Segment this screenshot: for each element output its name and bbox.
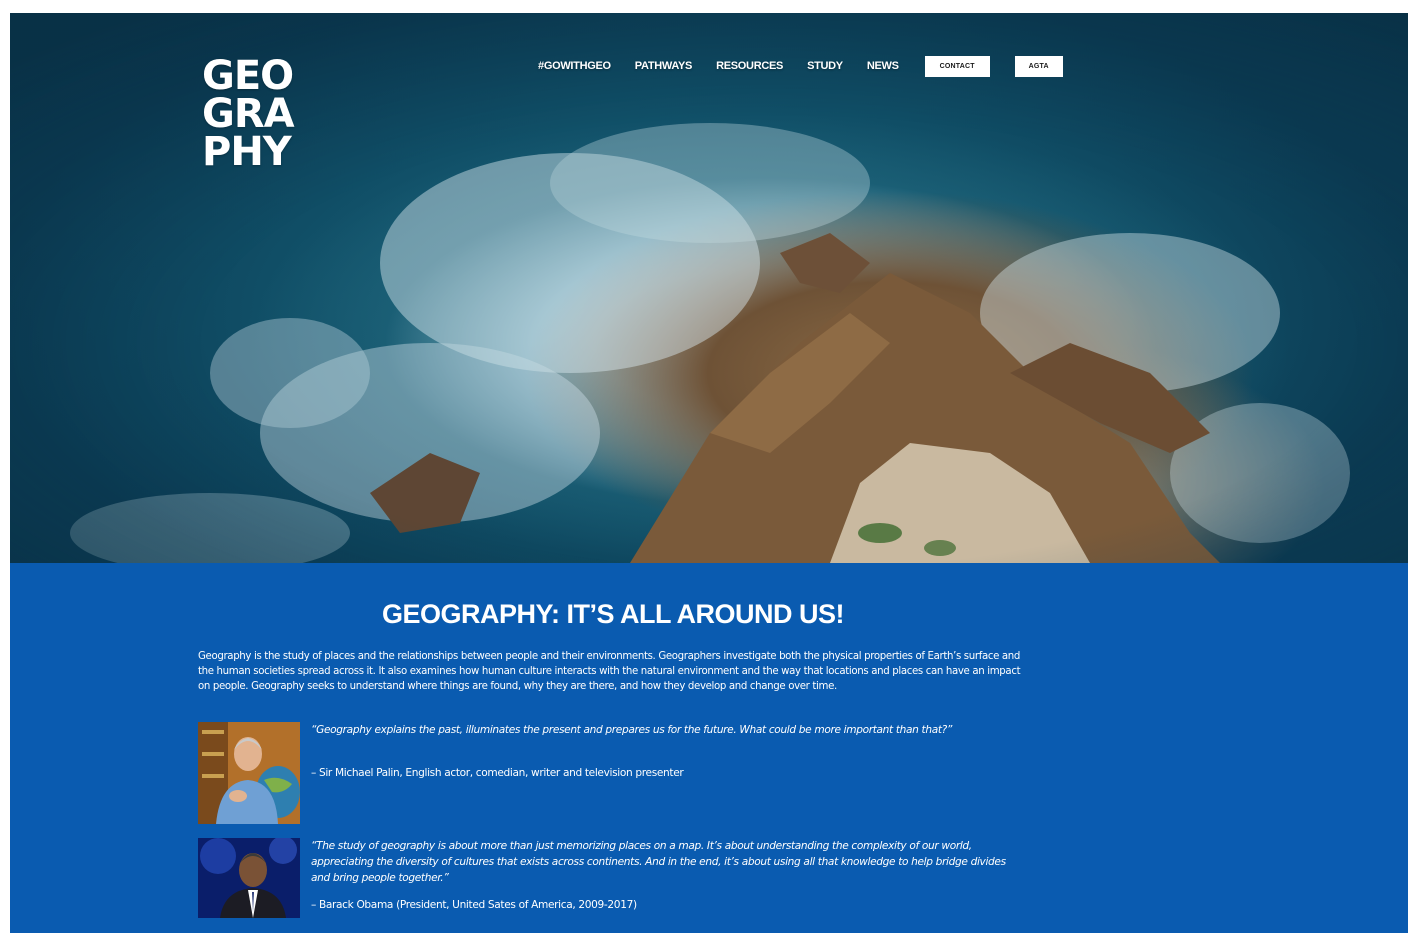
quote-text: “Geography explains the past, illuminate… <box>311 724 953 736</box>
portrait-image <box>198 722 300 824</box>
portrait-barack-obama <box>198 838 300 933</box>
page: GEO GRA PHY #GOWITHGEO PATHWAYS RESOURCE… <box>10 13 1408 933</box>
contact-button[interactable]: CONTACT <box>924 55 990 77</box>
quote-author: – Sir Michael Palin, English actor, come… <box>311 767 684 779</box>
agta-button[interactable]: AGTA <box>1014 55 1063 77</box>
hero-banner: GEO GRA PHY #GOWITHGEO PATHWAYS RESOURCE… <box>10 13 1408 563</box>
quote-text: “The study of geography is about more th… <box>311 840 1006 884</box>
logo-line-3: PHY <box>202 129 292 175</box>
page-title: GEOGRAPHY: IT’S ALL AROUND US! <box>381 599 845 629</box>
nav-item-gowithgeo[interactable]: #GOWITHGEO <box>538 60 611 72</box>
intro-section: GEOGRAPHY: IT’S ALL AROUND US! Geography… <box>10 563 1408 933</box>
logo-line-1: GEO <box>202 53 294 99</box>
intro-paragraph: Geography is the study of places and the… <box>198 651 1021 692</box>
logo-line-2: GRA <box>202 91 295 137</box>
portrait-michael-palin <box>198 722 300 824</box>
quote-author: – Barack Obama (President, United Sates … <box>311 899 637 911</box>
nav-item-pathways[interactable]: PATHWAYS <box>635 60 693 72</box>
portrait-image <box>198 838 300 918</box>
nav-item-news[interactable]: NEWS <box>867 60 899 72</box>
site-logo[interactable]: GEO GRA PHY <box>202 53 332 175</box>
nav-item-study[interactable]: STUDY <box>807 60 843 72</box>
main-nav: #GOWITHGEO PATHWAYS RESOURCES STUDY NEWS… <box>538 55 1063 77</box>
nav-item-resources[interactable]: RESOURCES <box>716 60 783 72</box>
